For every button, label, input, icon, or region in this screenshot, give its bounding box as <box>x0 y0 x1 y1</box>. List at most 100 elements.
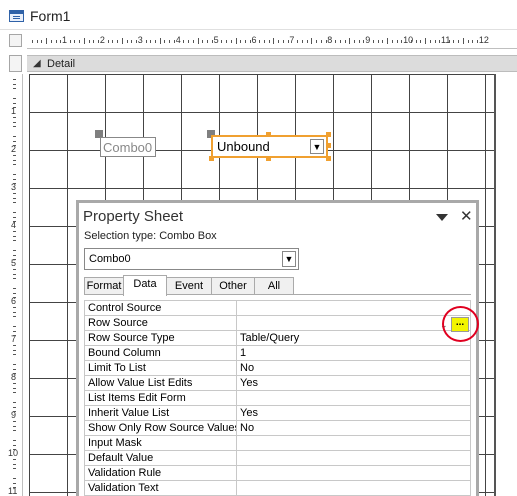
ruler-tick <box>13 316 16 318</box>
detail-section-bar[interactable]: ◢ Detail <box>27 55 517 72</box>
tab-event[interactable]: Event <box>166 277 212 295</box>
property-name[interactable]: Validation Rule <box>84 465 237 481</box>
property-row[interactable]: Show Only Row Source Values No <box>84 420 471 436</box>
property-name[interactable]: Row Source Type <box>84 330 237 346</box>
property-row[interactable]: Validation Rule <box>84 465 471 481</box>
ruler-tick <box>31 40 33 43</box>
property-name[interactable]: Row Source <box>84 315 237 331</box>
property-row[interactable]: Validation Text <box>84 480 471 496</box>
resize-handle[interactable] <box>266 156 271 161</box>
resize-handle[interactable] <box>326 132 331 137</box>
property-value[interactable]: Yes <box>236 405 471 421</box>
horizontal-ruler[interactable]: 1 2 3 4 5 6 7 8 9 10 11 12 <box>27 33 517 49</box>
ruler-tick <box>107 40 109 43</box>
property-row[interactable]: Allow Value List Edits Yes <box>84 375 471 391</box>
close-icon[interactable]: ✕ <box>460 207 473 225</box>
ruler-tick <box>13 354 16 356</box>
tab-format[interactable]: Format <box>84 277 124 295</box>
property-row[interactable]: Input Mask <box>84 435 471 451</box>
combo-box-control[interactable]: Unbound ▼ <box>211 135 328 158</box>
window-titlebar: Form1 <box>0 0 517 30</box>
ruler-tick <box>13 458 16 460</box>
property-value[interactable]: Table/Query <box>236 330 471 346</box>
property-name[interactable]: Input Mask <box>84 435 237 451</box>
ruler-tick <box>13 278 16 280</box>
resize-handle[interactable] <box>326 156 331 161</box>
property-row[interactable]: Row Source <box>84 315 471 331</box>
property-value[interactable]: No <box>236 420 471 436</box>
property-name[interactable]: Inherit Value List <box>84 405 237 421</box>
ruler-tick <box>339 40 341 43</box>
ruler-tick <box>13 216 16 218</box>
property-value[interactable] <box>236 315 471 331</box>
ruler-tick <box>13 401 16 403</box>
tab-all[interactable]: All <box>254 277 294 295</box>
ruler-tick <box>211 40 213 43</box>
ruler-tick <box>36 40 38 43</box>
property-value[interactable] <box>236 465 471 481</box>
property-name[interactable]: Limit To List <box>84 360 237 376</box>
ruler-tick <box>69 40 71 43</box>
property-value[interactable] <box>236 390 471 406</box>
property-value[interactable] <box>236 435 471 451</box>
property-row[interactable]: Inherit Value List Yes <box>84 405 471 421</box>
ruler-tick <box>150 40 152 43</box>
dropdown-arrow-icon[interactable]: ▼ <box>310 139 324 154</box>
ruler-tick <box>13 392 16 394</box>
property-row[interactable]: Limit To List No <box>84 360 471 376</box>
ruler-tick <box>420 40 422 43</box>
ruler-tick <box>13 211 16 213</box>
property-name[interactable]: Bound Column <box>84 345 237 361</box>
ruler-tick <box>349 38 351 44</box>
ruler-tick <box>121 38 123 44</box>
property-value[interactable]: Yes <box>236 375 471 391</box>
chevron-down-icon[interactable]: ◢ <box>33 58 41 69</box>
ruler-tick <box>13 154 16 156</box>
form-selector-box[interactable] <box>9 34 22 47</box>
tab-other[interactable]: Other <box>211 277 255 295</box>
property-name[interactable]: Default Value <box>84 450 237 466</box>
property-name[interactable]: Show Only Row Source Values <box>84 420 237 436</box>
property-row[interactable]: Bound Column 1 <box>84 345 471 361</box>
ruler-tick <box>13 463 16 465</box>
ruler-tick <box>93 40 95 43</box>
property-name[interactable]: List Items Edit Form <box>84 390 237 406</box>
menu-arrow-icon[interactable] <box>436 214 448 221</box>
ruler-tick <box>13 297 16 299</box>
ruler-tick <box>13 349 16 351</box>
ruler-tick <box>13 368 16 370</box>
ruler-tick <box>50 40 52 43</box>
ruler-tick <box>429 40 431 43</box>
property-value[interactable] <box>236 480 471 496</box>
property-row[interactable]: Control Source <box>84 300 471 316</box>
resize-handle[interactable] <box>266 132 271 137</box>
ruler-tick <box>145 40 147 43</box>
section-selector[interactable] <box>9 55 22 72</box>
grid-right-edge[interactable] <box>494 74 517 496</box>
property-value[interactable]: 1 <box>236 345 471 361</box>
property-value[interactable] <box>236 300 471 316</box>
resize-handle[interactable] <box>209 156 214 161</box>
ruler-tick <box>311 38 313 44</box>
ruler-tick <box>46 38 48 44</box>
annotation-circle <box>442 306 479 342</box>
property-row[interactable]: Default Value <box>84 450 471 466</box>
property-name[interactable]: Allow Value List Edits <box>84 375 237 391</box>
resize-handle[interactable] <box>326 143 331 148</box>
property-value[interactable]: No <box>236 360 471 376</box>
property-name[interactable]: Validation Text <box>84 480 237 496</box>
tab-data[interactable]: Data <box>123 275 167 296</box>
ruler-tick <box>249 40 251 43</box>
combo-label[interactable]: Combo0 <box>100 137 156 157</box>
property-name[interactable]: Control Source <box>84 300 237 316</box>
property-row[interactable]: List Items Edit Form <box>84 390 471 406</box>
property-row[interactable]: Row Source Type Table/Query <box>84 330 471 346</box>
ruler-tick <box>358 40 360 43</box>
object-selector[interactable]: Combo0 ▼ <box>84 248 299 270</box>
ruler-number: 4 <box>175 35 181 45</box>
property-value[interactable] <box>236 450 471 466</box>
dropdown-arrow-icon[interactable]: ▼ <box>282 251 296 267</box>
ruler-tick <box>136 40 138 43</box>
vertical-ruler[interactable]: 1 2 3 4 5 6 7 8 9 10 11 <box>7 74 23 496</box>
combo-value: Unbound <box>217 139 270 154</box>
